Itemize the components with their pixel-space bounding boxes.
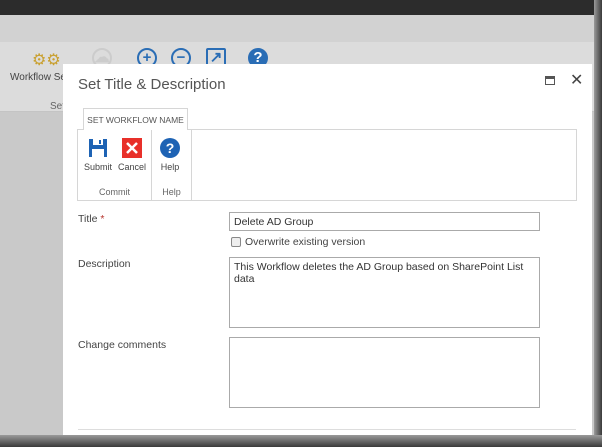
overwrite-checkbox[interactable]: Overwrite existing version: [231, 236, 365, 248]
submit-button[interactable]: Submit: [84, 138, 112, 172]
submit-label: Submit: [84, 162, 113, 172]
dialog-ribbon: Submit Cancel Commit ? Help Help: [77, 129, 577, 201]
change-comments-label: Change comments: [78, 339, 167, 351]
window-edge-bottom: [0, 435, 602, 447]
gears-icon: ⚙⚙: [32, 52, 61, 69]
svg-text:?: ?: [166, 140, 175, 156]
close-icon[interactable]: ✕: [570, 70, 583, 90]
commit-group: Submit Cancel Commit: [78, 130, 152, 200]
title-label-text: Title: [78, 213, 98, 225]
help-icon: ?: [160, 138, 180, 158]
commit-group-label: Commit: [99, 187, 130, 197]
help-group: ? Help Help: [152, 130, 192, 200]
required-mark: *: [100, 213, 105, 225]
maximize-icon[interactable]: [545, 76, 555, 85]
help-button[interactable]: ? Help: [160, 138, 180, 172]
change-comments-textarea[interactable]: [229, 337, 540, 408]
top-bar: [0, 0, 602, 15]
tab-set-workflow-name[interactable]: SET WORKFLOW NAME: [83, 108, 188, 130]
title-label: Title *: [78, 213, 104, 225]
window-edge: [594, 0, 602, 447]
checkbox-box[interactable]: [231, 237, 241, 247]
title-input[interactable]: [229, 212, 540, 231]
overwrite-label: Overwrite existing version: [245, 236, 366, 248]
suite-bar: [0, 15, 602, 42]
cancel-icon: [122, 138, 142, 158]
cancel-label: Cancel: [118, 162, 147, 172]
dialog-title: Set Title & Description: [78, 76, 226, 93]
help-label: Help: [160, 162, 180, 172]
cancel-button[interactable]: Cancel: [118, 138, 146, 172]
help-group-label: Help: [162, 187, 181, 197]
description-label: Description: [78, 258, 131, 270]
description-textarea[interactable]: This Workflow deletes the AD Group based…: [229, 257, 540, 328]
save-icon: [89, 139, 107, 157]
divider: [78, 429, 576, 430]
set-title-dialog: Set Title & Description ✕ SET WORKFLOW N…: [63, 64, 592, 435]
